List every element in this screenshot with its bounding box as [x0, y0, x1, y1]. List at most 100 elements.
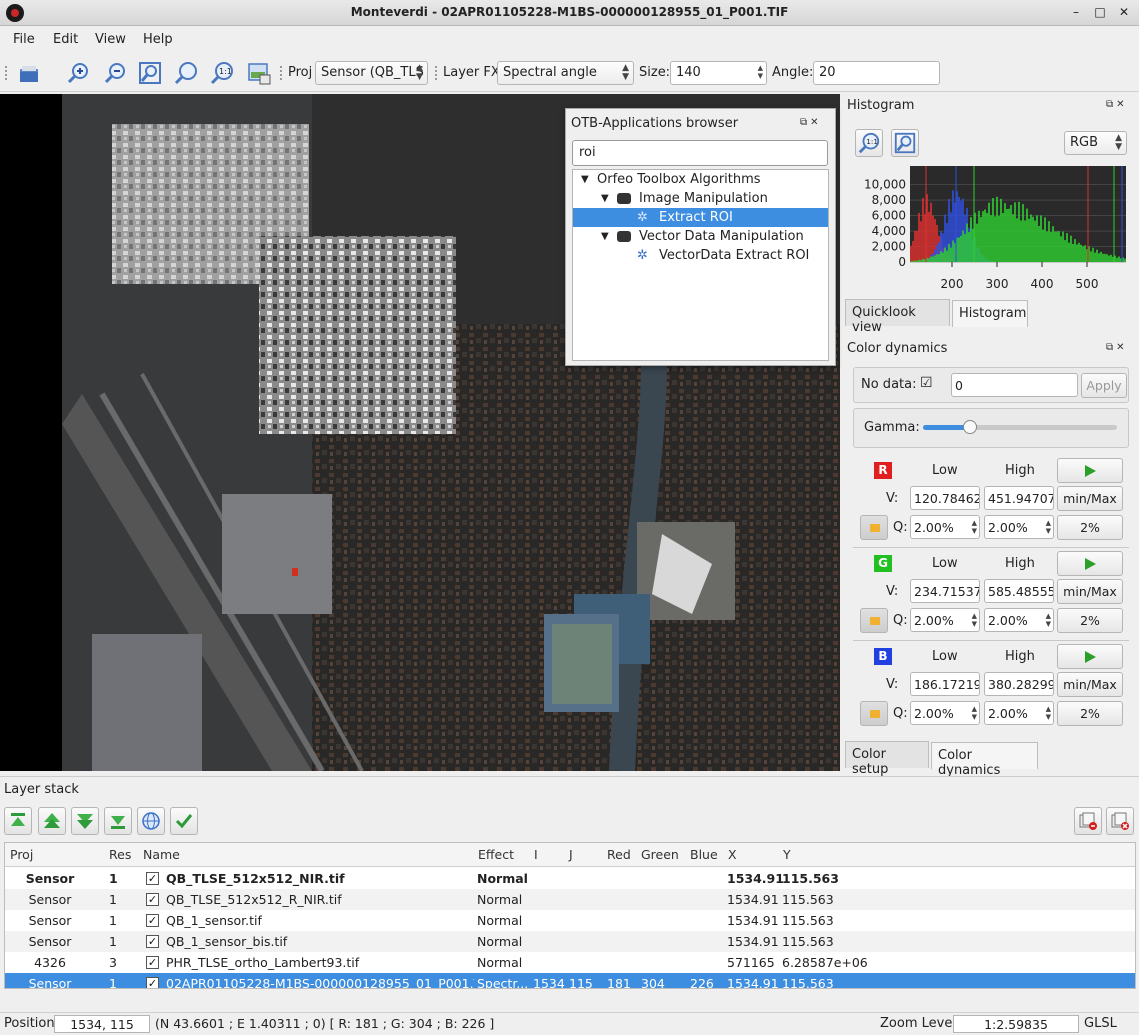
close-icon[interactable]: ✕: [1117, 5, 1131, 19]
nodata-input[interactable]: 0: [951, 373, 1078, 397]
channel-r-q-high[interactable]: 2.00% ▲ ▼: [984, 515, 1054, 539]
col-i[interactable]: I: [534, 847, 538, 862]
layer-visible-checkbox[interactable]: ✓: [146, 893, 159, 906]
channel-b-v-high[interactable]: 380.282992: [984, 672, 1054, 696]
dock-float-close-icons[interactable]: ⧉✕: [1106, 99, 1128, 110]
layer-visible-checkbox[interactable]: ✓: [146, 977, 159, 988]
channel-b-apply-button[interactable]: [1057, 644, 1123, 669]
delete-layer-button[interactable]: [1074, 807, 1102, 835]
tab-histogram[interactable]: Histogram: [952, 300, 1028, 327]
channel-g-2pct-button[interactable]: 2%: [1057, 608, 1123, 633]
table-row[interactable]: ✓ Sensor 1 QB_1_sensor.tif Normal 1534.91 115.…: [5, 910, 1135, 931]
proj-combo[interactable]: Sensor (QB_TLS ▲ ▼: [315, 61, 428, 85]
screenshot-button[interactable]: [244, 59, 274, 87]
maximize-icon[interactable]: □: [1093, 5, 1107, 19]
toolbar-grip[interactable]: [5, 66, 8, 80]
layer-visible-checkbox[interactable]: ✓: [146, 914, 159, 927]
nodata-checkbox[interactable]: ☑: [920, 376, 934, 390]
col-red[interactable]: Red: [607, 847, 631, 862]
toolbar-grip[interactable]: [280, 66, 283, 80]
table-row[interactable]: ✓ Sensor 1 02APR01105228-M1BS-000000128955_…: [5, 973, 1135, 988]
table-row[interactable]: ✓ Sensor 1 QB_TLSE_512x512_R_NIR.tif Normal 1…: [5, 889, 1135, 910]
layer-visible-checkbox[interactable]: ✓: [146, 956, 159, 969]
spin-arrows-icon[interactable]: ▲ ▼: [758, 64, 763, 80]
table-row[interactable]: ✓ 4326 3 PHR_TLSE_ortho_Lambert93.tif Normal…: [5, 952, 1135, 973]
channel-r-apply-button[interactable]: [1057, 458, 1123, 483]
zoom-level-field[interactable]: 1:2.59835: [953, 1015, 1079, 1033]
channel-g-v-high[interactable]: 585.485559: [984, 579, 1054, 603]
channel-g-v-low[interactable]: 234.715372: [910, 579, 980, 603]
channel-r-2pct-button[interactable]: 2%: [1057, 515, 1123, 540]
histogram-zoom-extent-button[interactable]: [891, 129, 919, 157]
tab-color-setup[interactable]: Color setup: [845, 741, 929, 777]
spin-arrows-icon[interactable]: ▲ ▼: [1046, 612, 1051, 628]
dock-float-close-icons[interactable]: ⧉✕: [1106, 342, 1128, 353]
channel-r-v-high[interactable]: 451.947077: [984, 486, 1054, 510]
layer-visible-checkbox[interactable]: ✓: [146, 935, 159, 948]
channel-r-q-low[interactable]: 2.00% ▲ ▼: [910, 515, 980, 539]
histogram-mode-combo[interactable]: RGB ▲ ▼: [1064, 131, 1127, 155]
col-x[interactable]: X: [728, 847, 737, 862]
spin-arrows-icon[interactable]: ▲ ▼: [972, 705, 977, 721]
zoom-full-button[interactable]: [171, 59, 201, 87]
tab-color-dynamics[interactable]: Color dynamics: [931, 742, 1038, 778]
tree-item-extract-roi[interactable]: ✲ Extract ROI: [573, 208, 828, 227]
angle-field[interactable]: 20: [813, 61, 940, 85]
tree-item-orfeo-toolbox[interactable]: ▼ Orfeo Toolbox Algorithms: [573, 170, 828, 189]
spin-arrows-icon[interactable]: ▲ ▼: [1046, 519, 1051, 535]
table-row[interactable]: ✓ Sensor 1 QB_1_sensor_bis.tif Normal 1534.91…: [5, 931, 1135, 952]
histogram-zoom-1to1-button[interactable]: 1:1: [855, 129, 883, 157]
zoom-extent-button[interactable]: [135, 59, 165, 87]
delete-all-layers-button[interactable]: [1106, 807, 1134, 835]
table-row[interactable]: ✓ Sensor 1 QB_TLSE_512x512_NIR.tif Normal 153…: [5, 868, 1135, 889]
channel-g-link-button[interactable]: [860, 608, 888, 633]
zoom-in-button[interactable]: [63, 59, 93, 87]
zoom-1to1-button[interactable]: 1:1: [207, 59, 237, 87]
col-y[interactable]: Y: [783, 847, 791, 862]
col-name[interactable]: Name: [143, 847, 180, 862]
channel-b-link-button[interactable]: [860, 701, 888, 726]
position-field[interactable]: 1534, 115: [54, 1015, 150, 1033]
channel-r-v-low[interactable]: 120.784620: [910, 486, 980, 510]
spin-arrows-icon[interactable]: ▲ ▼: [972, 519, 977, 535]
spin-arrows-icon[interactable]: ▲ ▼: [972, 612, 977, 628]
channel-b-q-high[interactable]: 2.00% ▲ ▼: [984, 701, 1054, 725]
expand-arrow-icon[interactable]: ▼: [601, 227, 609, 246]
move-down-button[interactable]: [71, 807, 99, 835]
move-up-button[interactable]: [38, 807, 66, 835]
gamma-slider[interactable]: [923, 420, 1117, 434]
channel-g-apply-button[interactable]: [1057, 551, 1123, 576]
channel-g-minmax-button[interactable]: min/Max: [1057, 579, 1123, 604]
channel-b-q-low[interactable]: 2.00% ▲ ▼: [910, 701, 980, 725]
gamma-slider-handle[interactable]: [962, 420, 977, 434]
otb-search-input[interactable]: roi: [572, 140, 828, 166]
open-file-button[interactable]: [14, 59, 44, 87]
expand-arrow-icon[interactable]: ▼: [601, 189, 609, 208]
dock-float-close-icons[interactable]: ⧉✕: [800, 117, 822, 128]
move-to-top-button[interactable]: [4, 807, 32, 835]
expand-arrow-icon[interactable]: ▼: [581, 170, 589, 189]
channel-b-2pct-button[interactable]: 2%: [1057, 701, 1123, 726]
col-proj[interactable]: Proj: [10, 847, 33, 862]
layer-visible-checkbox[interactable]: ✓: [146, 872, 159, 885]
col-green[interactable]: Green: [641, 847, 679, 862]
apply-all-button[interactable]: [170, 807, 198, 835]
channel-r-minmax-button[interactable]: min/Max: [1057, 486, 1123, 511]
col-blue[interactable]: Blue: [690, 847, 718, 862]
menu-help[interactable]: Help: [143, 32, 173, 47]
size-spinbox[interactable]: 140 ▲ ▼: [670, 61, 767, 85]
projection-button[interactable]: [137, 807, 165, 835]
spin-arrows-icon[interactable]: ▲ ▼: [1046, 705, 1051, 721]
tree-item-vector-data-manipulation[interactable]: ▼ Vector Data Manipulation: [573, 227, 828, 246]
channel-g-q-high[interactable]: 2.00% ▲ ▼: [984, 608, 1054, 632]
menu-view[interactable]: View: [95, 32, 126, 47]
menu-file[interactable]: File: [13, 32, 35, 47]
col-effect[interactable]: Effect: [478, 847, 514, 862]
move-to-bottom-button[interactable]: [104, 807, 132, 835]
tab-quicklook-view[interactable]: Quicklook view: [845, 299, 950, 335]
channel-b-minmax-button[interactable]: min/Max: [1057, 672, 1123, 697]
col-res[interactable]: Res: [109, 847, 131, 862]
tree-item-vectordata-extract-roi[interactable]: ✲ VectorData Extract ROI: [573, 246, 828, 265]
tree-item-image-manipulation[interactable]: ▼ Image Manipulation: [573, 189, 828, 208]
zoom-out-button[interactable]: [100, 59, 130, 87]
